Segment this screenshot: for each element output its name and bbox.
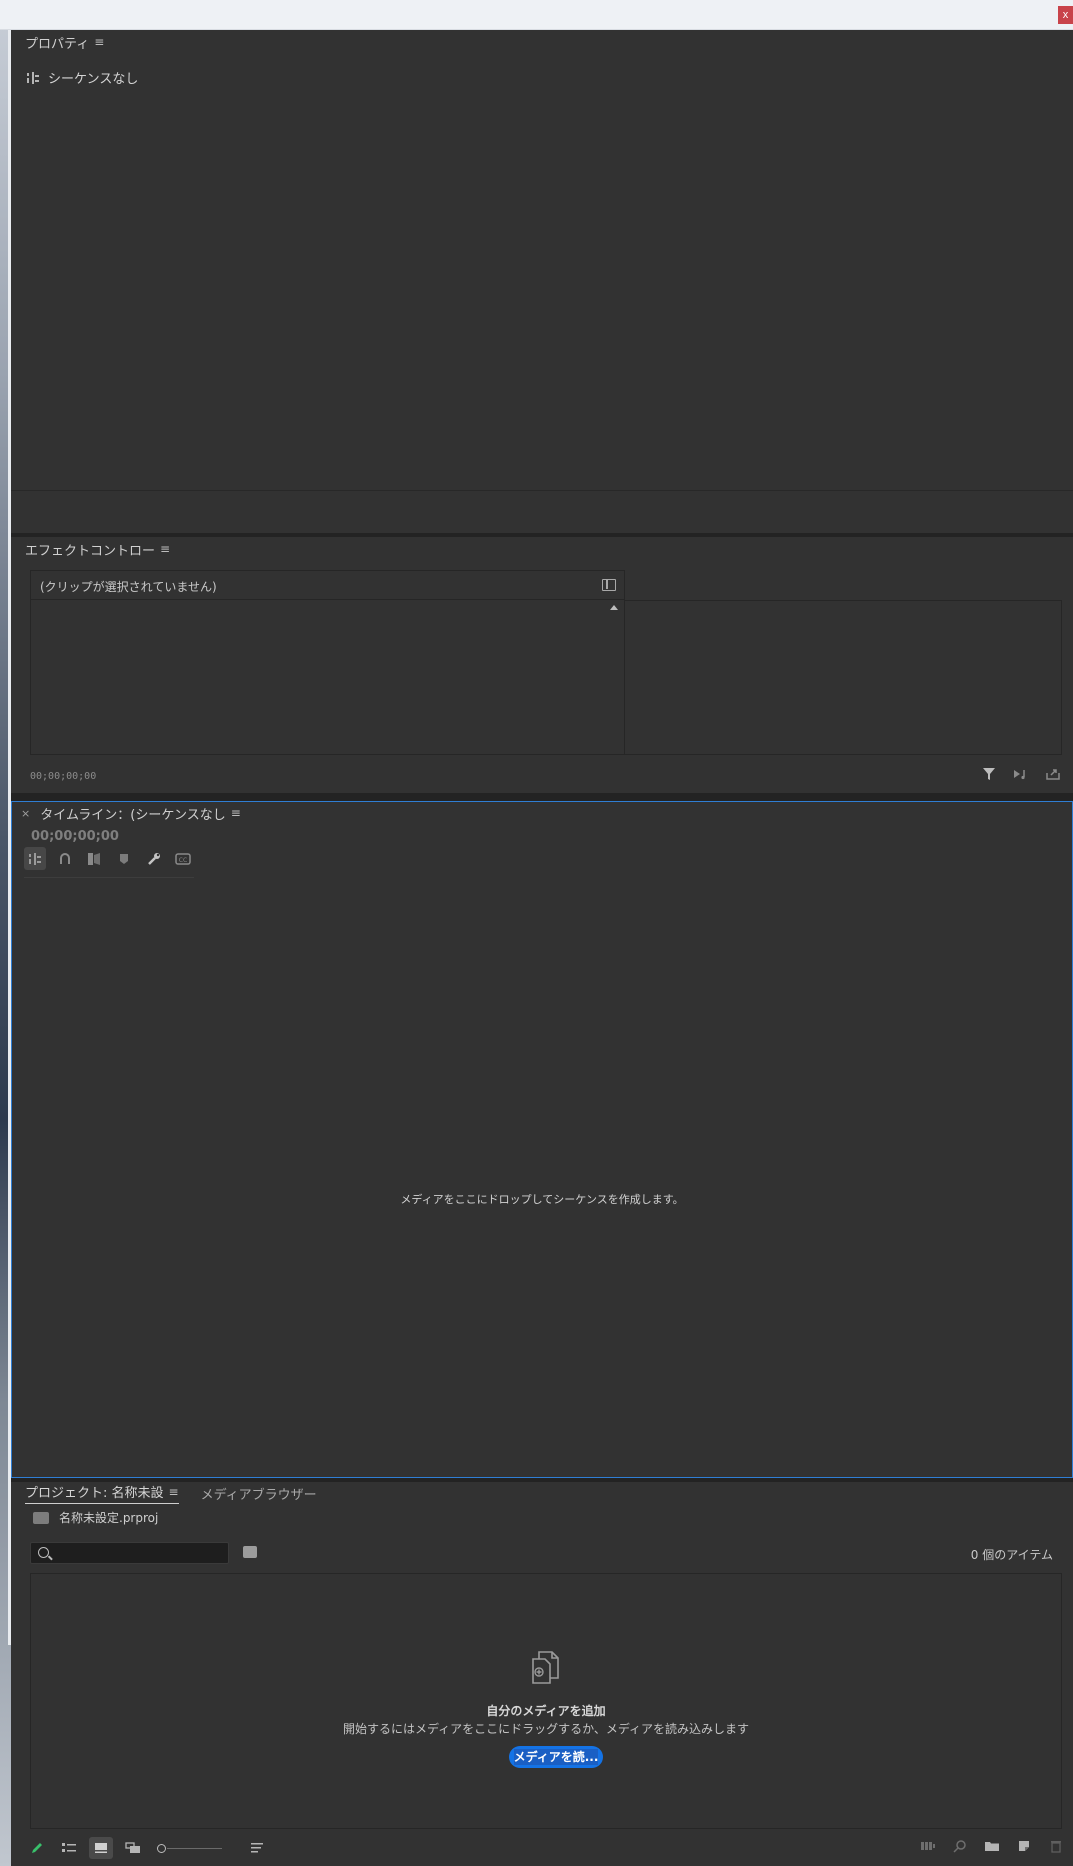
premiere-app: プロパティ ≡ シーケンスなし エフェクトコントロー ≡ (クリップが選択されて…: [11, 30, 1073, 1866]
clip-selector: (クリップが選択されていません): [30, 570, 625, 600]
project-content-area: 自分のメディアを追加 開始するにはメディアをここにドラッグするか、メディアを読み…: [30, 1573, 1062, 1829]
add-marker-icon[interactable]: [113, 847, 135, 870]
timeline-title[interactable]: タイムライン：(シーケンスなし: [40, 804, 226, 823]
captions-icon[interactable]: CC: [172, 847, 194, 870]
timeline-menu-icon[interactable]: ≡: [231, 806, 241, 820]
new-search-bin-icon[interactable]: [243, 1546, 257, 1558]
zoom-slider-knob[interactable]: [157, 1844, 166, 1853]
timeline-header: × タイムライン：(シーケンスなし ≡: [21, 802, 241, 824]
timeline-toolbar: CC: [24, 847, 194, 878]
new-item-icon[interactable]: [1015, 1837, 1033, 1855]
project-menu-icon[interactable]: ≡: [169, 1485, 179, 1499]
wrench-icon[interactable]: [143, 847, 165, 870]
project-panel: プロジェクト: 名称未設 ≡ メディアブラウザー 名称未設定.prproj 0 …: [11, 1482, 1073, 1866]
effect-controls-header: エフェクトコントロー ≡: [25, 537, 170, 561]
add-media-icon: [532, 1651, 559, 1684]
properties-header: プロパティ ≡: [25, 30, 104, 54]
nest-sequence-icon[interactable]: [24, 847, 46, 870]
item-count: 0 個のアイテム: [970, 1548, 1053, 1562]
export-icon[interactable]: [1045, 766, 1061, 782]
tab-project-label: プロジェクト: 名称未設: [25, 1486, 164, 1501]
sequence-row: シーケンスなし: [26, 68, 138, 87]
tab-media-browser[interactable]: メディアブラウザー: [201, 1484, 317, 1503]
snap-magnet-icon[interactable]: [54, 847, 76, 870]
properties-menu-icon[interactable]: ≡: [94, 35, 104, 49]
effect-timeline-area: [625, 600, 1062, 755]
title-bar: x: [0, 0, 1073, 30]
desktop-background: [0, 0, 11, 1866]
divider: [11, 490, 1073, 491]
freeform-view-icon[interactable]: [121, 1837, 145, 1859]
bottom-toolbar-right: [919, 1837, 1065, 1855]
project-file-name: 名称未設定.prproj: [59, 1511, 159, 1525]
tab-project[interactable]: プロジェクト: 名称未設 ≡: [25, 1482, 179, 1504]
timeline-panel: × タイムライン：(シーケンスなし ≡ 00;00;00;00 CC メディアを…: [11, 801, 1073, 1478]
collapse-arrow-icon[interactable]: [610, 605, 618, 610]
timeline-drop-message: メディアをここにドロップしてシーケンスを作成します。: [400, 1193, 684, 1206]
timeline-close-icon[interactable]: ×: [21, 807, 30, 820]
project-tabs: プロジェクト: 名称未設 ≡ メディアブラウザー: [25, 1482, 317, 1504]
sequence-label: シーケンスなし: [48, 72, 139, 87]
zoom-slider[interactable]: [157, 1841, 227, 1855]
effect-controls-menu-icon[interactable]: ≡: [160, 542, 170, 556]
zoom-slider-track: [167, 1848, 222, 1849]
effect-controls-timecode[interactable]: 00;00;00;00: [30, 771, 96, 782]
effect-controls-toolbar: [981, 766, 1061, 782]
toggle-timeline-view-icon[interactable]: [602, 579, 616, 591]
import-media-button[interactable]: メディアを読...: [509, 1746, 603, 1768]
trash-icon[interactable]: [1047, 1837, 1065, 1855]
list-view-icon[interactable]: [57, 1837, 81, 1859]
properties-title[interactable]: プロパティ: [25, 33, 89, 52]
linked-selection-icon[interactable]: [83, 847, 105, 870]
effect-controls-title[interactable]: エフェクトコントロー: [25, 540, 155, 559]
search-input[interactable]: [55, 1545, 225, 1561]
find-icon[interactable]: [951, 1837, 969, 1855]
project-file-row: 名称未設定.prproj: [33, 1509, 158, 1526]
effect-controls-panel: エフェクトコントロー ≡ (クリップが選択されていません) 00;00;00;0…: [11, 537, 1073, 793]
close-button[interactable]: x: [1058, 6, 1073, 24]
search-icon: [38, 1547, 49, 1558]
project-folder-icon: [33, 1511, 49, 1524]
automate-to-sequence-icon[interactable]: [919, 1837, 937, 1855]
properties-panel: プロパティ ≡ シーケンスなし: [11, 30, 1073, 533]
effect-list-area: [30, 600, 625, 755]
timeline-timecode[interactable]: 00;00;00;00: [31, 829, 119, 844]
new-bin-icon[interactable]: [983, 1837, 1001, 1855]
add-media-title: 自分のメディアを追加: [486, 1704, 606, 1718]
project-bottom-toolbar: [25, 1837, 1065, 1861]
clip-label: (クリップが選択されていません): [40, 580, 217, 594]
sort-icon[interactable]: [245, 1837, 269, 1859]
filter-icon[interactable]: [981, 766, 997, 782]
icon-view-icon[interactable]: [89, 1837, 113, 1859]
search-field[interactable]: [30, 1542, 229, 1564]
add-media-subtitle: 開始するにはメディアをここにドラッグするか、メディアを読み込みします: [342, 1722, 750, 1736]
pencil-icon[interactable]: [25, 1837, 49, 1859]
svg-text:CC: CC: [179, 857, 187, 864]
import-media-label: メディアを読...: [513, 1749, 599, 1765]
sequence-icon: [27, 71, 39, 84]
bottom-toolbar-left: [25, 1837, 269, 1859]
play-audio-icon[interactable]: [1013, 766, 1029, 782]
